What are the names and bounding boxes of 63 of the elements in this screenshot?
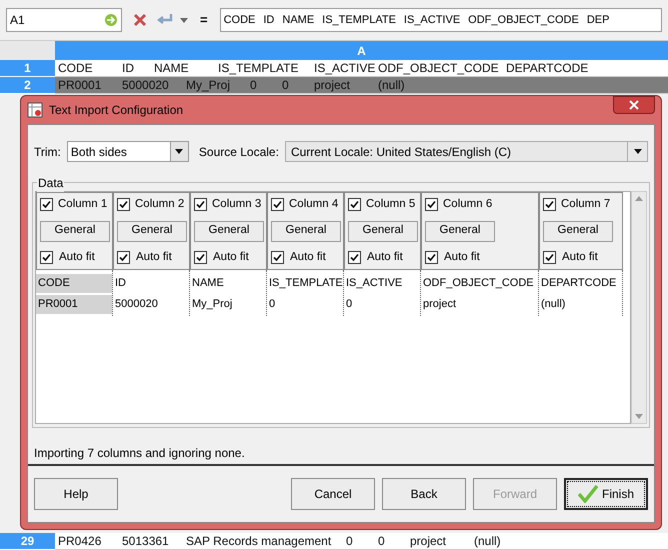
spreadsheet-cell[interactable]: CODE ID NAME IS_TEMPLATE IS_ACTIVE ODF_OBJECT_CODE DEPARTCODE	[55, 60, 668, 77]
autofit-label: Auto fit	[59, 250, 95, 265]
trim-dropdown[interactable]: Both sides	[66, 141, 189, 162]
column-label: Column 3	[212, 197, 262, 212]
preview-cell: CODE	[36, 274, 112, 293]
dialog-button[interactable]: Help	[34, 478, 118, 510]
locale-dropdown[interactable]: Current Locale: United States/English (C)	[284, 141, 648, 162]
column-label: Column 7	[561, 197, 610, 212]
preview-cell: PR0001	[36, 295, 112, 314]
column-label: Column 5	[366, 197, 416, 212]
format-button[interactable]: General	[348, 220, 418, 242]
column-label: Column 1	[58, 197, 108, 212]
format-button[interactable]: General	[425, 220, 495, 242]
formula-field[interactable]: CODE ID NAME IS_TEMPLATE IS_ACTIVE ODF_OBJECT_CODE DEP	[220, 8, 662, 32]
locale-label: Source Locale:	[198, 144, 279, 160]
format-button[interactable]: General	[543, 220, 613, 242]
checkbox[interactable]	[194, 198, 207, 212]
spreadsheet-cell[interactable]: PR0001 5000020 My_Proj 0 0 project (null)	[55, 77, 668, 94]
column-label: Column 4	[289, 197, 338, 212]
caret-icon	[175, 149, 184, 154]
autofit-label: Auto fit	[136, 250, 172, 265]
cancel-icon[interactable]	[132, 12, 148, 28]
format-button[interactable]: General	[271, 220, 341, 242]
checkbox[interactable]	[543, 198, 556, 212]
corner-cell[interactable]	[0, 41, 55, 60]
trim-label: Trim:	[34, 144, 61, 160]
checkbox[interactable]	[194, 250, 207, 264]
checkmark-icon	[578, 485, 598, 503]
checkbox[interactable]	[543, 250, 556, 264]
autofit-label: Auto fit	[213, 250, 249, 265]
dialog-title: Text Import Configuration	[49, 102, 184, 119]
close-icon	[629, 100, 639, 110]
equals-sign: =	[199, 11, 209, 30]
column-label: Column 6	[443, 197, 492, 212]
autofit-label: Auto fit	[444, 250, 480, 265]
checkbox[interactable]	[425, 250, 438, 264]
caret-icon[interactable]	[180, 18, 188, 22]
autofit-label: Auto fit	[290, 250, 326, 265]
format-button[interactable]: General	[117, 220, 187, 242]
app-icon	[27, 102, 43, 118]
status-text: Importing 7 columns and ignoring none.	[33, 445, 246, 462]
close-button[interactable]	[613, 96, 655, 114]
format-button[interactable]: General	[194, 220, 264, 242]
dialog-button[interactable]: Finish	[564, 478, 648, 510]
checkbox[interactable]	[40, 198, 53, 212]
arrow-icon	[104, 13, 118, 27]
name-box[interactable]: A1	[6, 8, 122, 32]
checkbox[interactable]	[271, 198, 284, 212]
autofit-label: Auto fit	[367, 250, 403, 265]
checkbox[interactable]	[425, 198, 438, 212]
checkbox[interactable]	[117, 250, 130, 264]
dialog-button[interactable]: Back	[382, 478, 466, 510]
checkbox[interactable]	[348, 198, 361, 212]
checkbox[interactable]	[117, 198, 130, 212]
column-label: Column 2	[135, 197, 184, 212]
checkbox[interactable]	[40, 250, 53, 264]
caret-icon	[634, 149, 642, 154]
checkbox[interactable]	[348, 250, 361, 264]
spreadsheet-cell[interactable]: PR0426 5013361 SAP Records management 0 0 project (null)	[55, 533, 668, 550]
checkbox[interactable]	[271, 250, 284, 264]
format-button[interactable]: General	[40, 220, 110, 242]
autofit-label: Auto fit	[562, 250, 598, 265]
dialog-button[interactable]: Cancel	[291, 478, 375, 510]
